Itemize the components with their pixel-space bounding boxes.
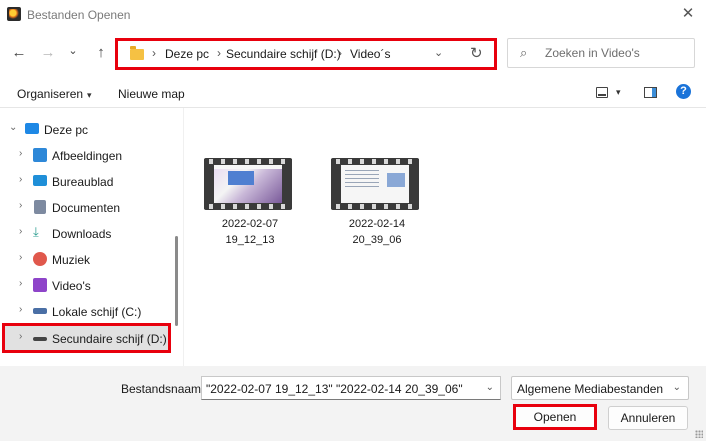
sidebar-item-downloads[interactable]: › ⤓ Downloads — [0, 220, 172, 246]
sidebar-item-afbeeldingen[interactable]: › Afbeeldingen — [0, 142, 172, 168]
refresh-icon[interactable]: ↻ — [470, 44, 483, 62]
file-item[interactable]: 2022-02-14 20_39_06 — [329, 156, 425, 256]
sidebar-item-bureaublad[interactable]: › Bureaublad — [0, 168, 172, 194]
navigation-pane: ⌄ Deze pc › Afbeeldingen › Bureaublad › … — [0, 108, 184, 366]
sidebar-scrollbar[interactable] — [175, 236, 178, 326]
sidebar-item-label: Lokale schijf (C:) — [52, 305, 142, 319]
chevron-right-icon[interactable]: › — [19, 226, 22, 237]
filetype-value: Algemene Mediabestanden — [517, 382, 664, 396]
chevron-right-icon[interactable]: › — [19, 304, 22, 315]
preview-pane-icon[interactable] — [644, 87, 657, 98]
cancel-button[interactable]: Annuleren — [608, 406, 688, 430]
open-button[interactable]: Openen — [513, 404, 597, 430]
address-bar[interactable]: › Deze pc › Secundaire schijf (D:) › Vid… — [115, 38, 497, 70]
sidebar-item-videos[interactable]: › Video's — [0, 272, 172, 298]
chevron-right-icon[interactable]: › — [19, 200, 22, 211]
resize-grip[interactable] — [695, 430, 703, 438]
breadcrumb-deze-pc[interactable]: Deze pc — [165, 47, 209, 61]
sidebar-item-label: Bureaublad — [52, 175, 114, 189]
folder-icon — [130, 46, 144, 60]
search-box[interactable]: ⌕ Zoeken in Video's — [507, 38, 695, 68]
chevron-right-icon[interactable]: › — [19, 252, 22, 263]
file-name: 2022-02-14 20_39_06 — [348, 218, 406, 246]
organize-label: Organiseren — [17, 87, 84, 101]
chevron-right-icon[interactable]: › — [19, 331, 22, 342]
sidebar-item-label: Video's — [52, 279, 91, 293]
search-icon: ⌕ — [520, 45, 528, 60]
monitor-icon — [25, 123, 39, 134]
sidebar-item-label: Muziek — [52, 253, 91, 267]
video-thumbnail — [204, 158, 292, 210]
sidebar-item-label: Deze pc — [44, 123, 89, 137]
filename-label: Bestandsnaam: — [121, 382, 205, 396]
title-bar: Bestanden Openen ✕ — [0, 0, 706, 30]
chevron-down-icon: ▾ — [87, 90, 92, 100]
sidebar-item-label: Secundaire schijf (D:) — [52, 332, 167, 346]
breadcrumb-separator: › — [152, 46, 156, 60]
chevron-down-icon[interactable]: ⌄ — [486, 382, 494, 393]
chevron-right-icon[interactable]: › — [19, 174, 22, 185]
filename-value: "2022-02-07 19_12_13" "2022-02-14 20_39_… — [206, 382, 463, 396]
sidebar-item-documenten[interactable]: › Documenten — [0, 194, 172, 220]
desktop-icon — [33, 175, 47, 186]
command-toolbar: Organiseren ▾ Nieuwe map ▾ ? — [0, 78, 706, 108]
help-icon[interactable]: ? — [676, 84, 691, 99]
chevron-down-icon[interactable]: ⌄ — [9, 122, 17, 133]
close-button[interactable]: ✕ — [676, 4, 700, 24]
file-item[interactable]: 2022-02-07 19_12_13 — [202, 156, 298, 256]
breadcrumb-drive-d[interactable]: Secundaire schijf (D:) — [226, 47, 341, 61]
chevron-right-icon[interactable]: › — [19, 278, 22, 289]
file-name: 2022-02-07 19_12_13 — [221, 218, 279, 246]
video-thumbnail — [331, 158, 419, 210]
breadcrumb-separator: › — [217, 46, 221, 60]
chevron-right-icon[interactable]: › — [19, 148, 22, 159]
drive-c-icon — [33, 308, 47, 314]
search-placeholder: Zoeken in Video's — [545, 46, 640, 60]
navigation-bar: ← → ⌄ ↑ › Deze pc › Secundaire schijf (D… — [0, 30, 706, 76]
chevron-down-icon[interactable]: ▾ — [616, 87, 621, 98]
video-icon — [33, 278, 47, 292]
back-button[interactable]: ← — [9, 44, 29, 62]
breadcrumb-videos[interactable]: Video´s — [350, 47, 390, 61]
forward-button[interactable]: → — [38, 44, 58, 62]
app-icon — [7, 7, 21, 21]
music-icon — [33, 252, 47, 266]
recent-locations-button[interactable]: ⌄ — [63, 42, 83, 60]
organize-button[interactable]: Organiseren ▾ — [17, 87, 92, 101]
sidebar-item-muziek[interactable]: › Muziek — [0, 246, 172, 272]
download-icon: ⤓ — [33, 224, 39, 239]
sidebar-item-label: Afbeeldingen — [52, 149, 123, 163]
window-title: Bestanden Openen — [27, 8, 131, 22]
up-button[interactable]: ↑ — [91, 44, 111, 62]
new-folder-button[interactable]: Nieuwe map — [118, 87, 185, 101]
sidebar-item-label: Downloads — [52, 227, 112, 241]
dialog-footer: Bestandsnaam: "2022-02-07 19_12_13" "202… — [0, 366, 706, 441]
view-mode-icon[interactable] — [596, 87, 608, 98]
pictures-icon — [33, 148, 47, 162]
filename-input[interactable]: "2022-02-07 19_12_13" "2022-02-14 20_39_… — [201, 376, 501, 400]
sidebar-item-secundaire-schijf-d[interactable]: › Secundaire schijf (D:) — [2, 323, 171, 353]
filetype-select[interactable]: Algemene Mediabestanden ⌄ — [511, 376, 689, 400]
address-dropdown-icon[interactable]: ⌄ — [434, 46, 443, 59]
chevron-down-icon: ⌄ — [672, 382, 681, 393]
file-list: 2022-02-07 19_12_13 2022-02-14 20_39_06 — [185, 108, 706, 366]
sidebar-item-deze-pc[interactable]: ⌄ Deze pc — [0, 116, 172, 142]
sidebar-item-label: Documenten — [52, 201, 121, 215]
sidebar-item-lokale-schijf-c[interactable]: › Lokale schijf (C:) — [0, 298, 172, 324]
documents-icon — [34, 200, 46, 214]
drive-icon — [33, 337, 47, 341]
breadcrumb-separator: › — [338, 46, 342, 60]
